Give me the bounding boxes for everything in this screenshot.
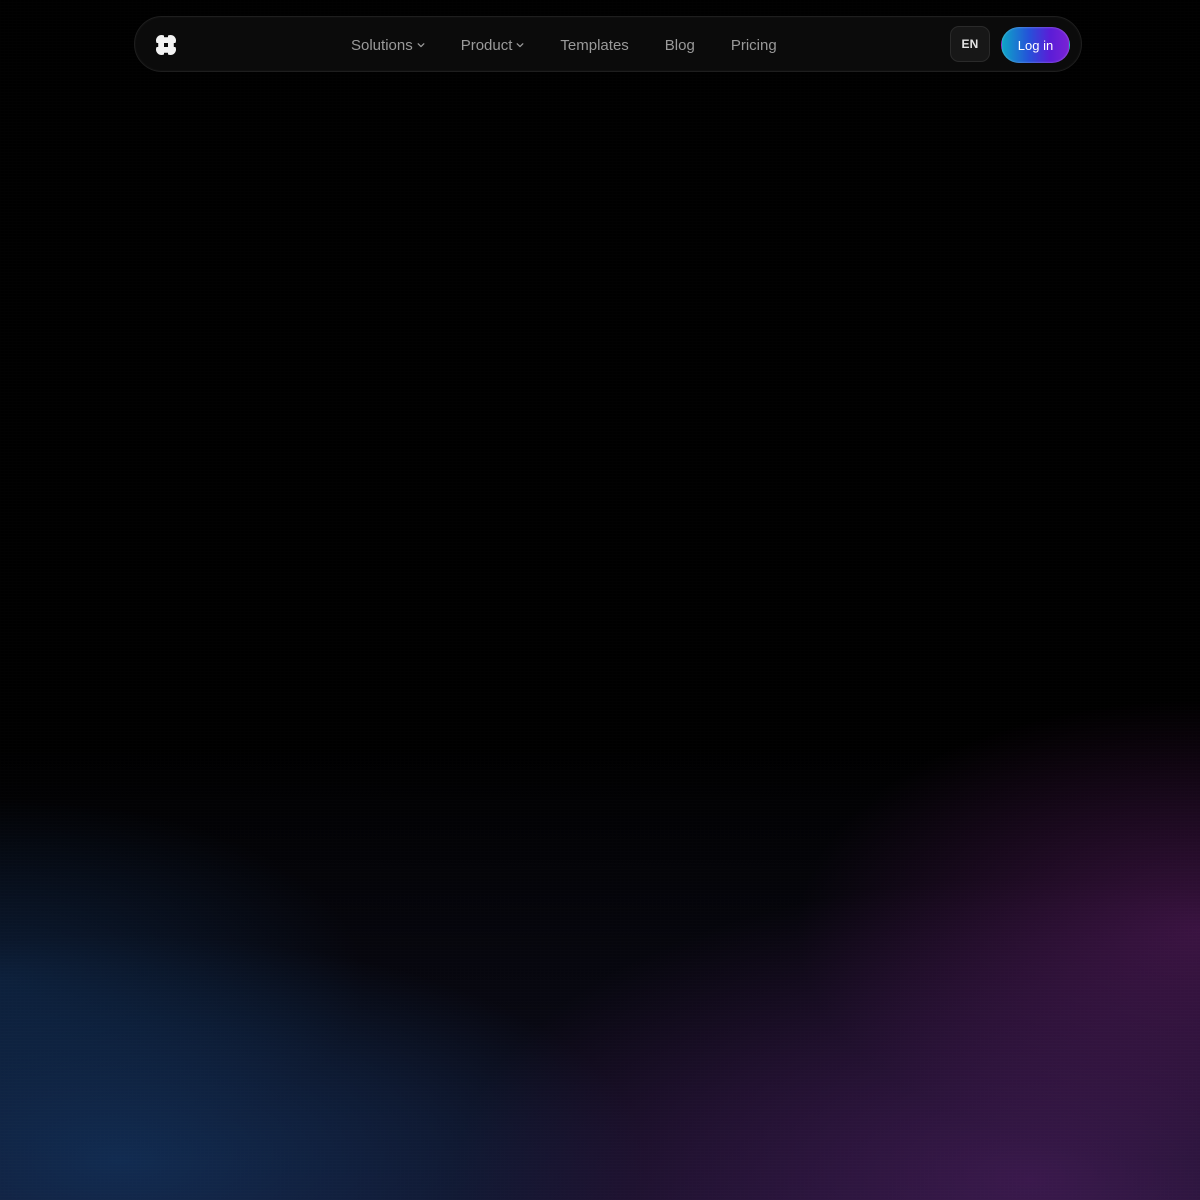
nav-item-templates-label: Templates	[560, 36, 629, 54]
nav-item-blog[interactable]: Blog	[665, 38, 695, 53]
nav-item-blog-label: Blog	[664, 36, 695, 54]
four-petal-logo-icon	[155, 34, 177, 56]
chevron-down-icon	[516, 41, 524, 49]
nav-item-product[interactable]: Product	[461, 38, 525, 53]
background-grain	[0, 0, 1200, 1200]
nav-item-templates[interactable]: Templates	[560, 38, 628, 53]
nav-item-pricing[interactable]: Pricing	[731, 38, 777, 53]
brand-logo-icon[interactable]	[155, 34, 177, 56]
nav-item-product-label: Product	[460, 36, 513, 54]
top-navigation-bar: Solutions Product Templates Blog Pricing…	[134, 16, 1082, 72]
nav-item-solutions[interactable]: Solutions	[351, 38, 425, 53]
page: Solutions Product Templates Blog Pricing…	[0, 0, 1200, 1200]
primary-nav: Solutions Product Templates Blog Pricing	[351, 17, 777, 73]
background-glow	[0, 0, 1200, 1200]
nav-item-solutions-label: Solutions	[351, 36, 413, 54]
language-button[interactable]: EN	[950, 26, 990, 62]
chevron-down-icon	[417, 41, 425, 49]
nav-item-pricing-label: Pricing	[730, 36, 777, 54]
login-button[interactable]: Log in	[1001, 27, 1070, 63]
